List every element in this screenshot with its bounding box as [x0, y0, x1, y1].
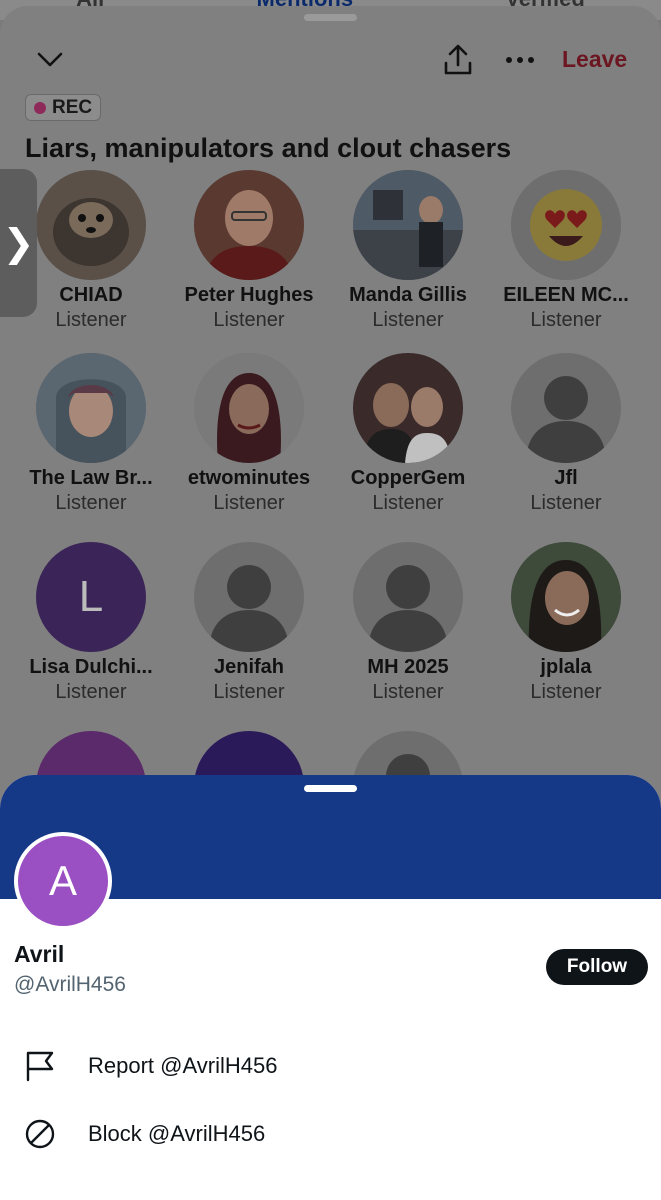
- follow-button[interactable]: Follow: [546, 949, 648, 985]
- space-title: Liars, manipulators and clout chasers: [25, 133, 512, 163]
- participant-cell[interactable]: Peter Hughes Listener: [170, 170, 328, 332]
- profile-avatar-letter: A: [48, 857, 77, 904]
- participant-avatar[interactable]: L: [36, 542, 146, 652]
- report-label: Report @AvrilH456: [88, 1053, 278, 1078]
- participant-role: Listener: [530, 492, 602, 514]
- participant-role: Listener: [213, 309, 285, 331]
- participant-avatar[interactable]: [36, 353, 146, 463]
- participants-grid: CHIAD Listener Peter Hughes Listener Manda G…: [0, 170, 661, 790]
- profile-sheet-grabber[interactable]: [304, 785, 357, 792]
- participant-role: Listener: [55, 492, 127, 514]
- participant-cell[interactable]: MH 2025 Listener: [329, 542, 487, 704]
- participant-role: Listener: [372, 681, 444, 703]
- participant-avatar[interactable]: [353, 353, 463, 463]
- chevron-right-icon: ❯: [2, 222, 35, 265]
- more-icon: [506, 57, 534, 63]
- participant-name: Jfl: [554, 467, 578, 489]
- participant-avatar[interactable]: [511, 170, 621, 280]
- leave-button[interactable]: Leave: [562, 46, 627, 73]
- participant-cell[interactable]: EILEEN MC... Listener: [487, 170, 645, 332]
- space-sheet-grabber[interactable]: [304, 14, 357, 21]
- profile-handle: @AvrilH456: [14, 973, 126, 996]
- report-action[interactable]: Report @AvrilH456: [0, 1038, 661, 1094]
- participant-role: Listener: [55, 309, 127, 331]
- participant-avatar[interactable]: [36, 170, 146, 280]
- participant-role: Listener: [372, 309, 444, 331]
- more-button[interactable]: [500, 40, 540, 80]
- participant-cell[interactable]: CopperGem Listener: [329, 353, 487, 515]
- block-action[interactable]: Block @AvrilH456: [0, 1106, 661, 1162]
- participant-name: MH 2025: [367, 656, 449, 678]
- participant-cell[interactable]: L Lisa Dulchi... Listener: [12, 542, 170, 704]
- collapse-button[interactable]: [30, 42, 70, 78]
- block-label: Block @AvrilH456: [88, 1121, 266, 1146]
- participant-name: The Law Br...: [29, 467, 153, 489]
- participant-role: Listener: [55, 681, 127, 703]
- flag-icon: [20, 1046, 60, 1086]
- participant-cell[interactable]: etwominutes Listener: [170, 353, 328, 515]
- block-icon: [20, 1114, 60, 1154]
- rec-label: REC: [52, 96, 93, 118]
- participant-role: Listener: [213, 492, 285, 514]
- participant-cell[interactable]: Manda Gillis Listener: [329, 170, 487, 332]
- participant-role: Listener: [372, 492, 444, 514]
- recording-dot-icon: [34, 101, 46, 114]
- participant-avatar[interactable]: [194, 542, 304, 652]
- participant-name: CopperGem: [350, 467, 466, 489]
- participant-name: Jenifah: [213, 656, 285, 678]
- participant-name: Lisa Dulchi...: [29, 656, 153, 678]
- participant-avatar[interactable]: [353, 542, 463, 652]
- participant-name: EILEEN MC...: [503, 284, 629, 306]
- participant-cell[interactable]: The Law Br... Listener: [12, 353, 170, 515]
- participant-name: Peter Hughes: [184, 284, 314, 306]
- participant-avatar[interactable]: [353, 170, 463, 280]
- participant-cell[interactable]: Jenifah Listener: [170, 542, 328, 704]
- share-icon: [444, 44, 472, 75]
- participant-avatar[interactable]: [194, 170, 304, 280]
- participant-name: jplala: [540, 656, 592, 678]
- participant-cell[interactable]: Jfl Listener: [487, 353, 645, 515]
- profile-name: Avril: [14, 941, 65, 967]
- participant-cell[interactable]: jplala Listener: [487, 542, 645, 704]
- participant-name: etwominutes: [187, 467, 311, 489]
- profile-avatar[interactable]: A: [14, 832, 112, 930]
- participant-avatar[interactable]: [511, 353, 621, 463]
- participant-role: Listener: [213, 681, 285, 703]
- participant-role: Listener: [530, 681, 602, 703]
- participant-avatar[interactable]: [511, 542, 621, 652]
- space-topbar: Leave: [0, 36, 661, 86]
- side-drawer-tab[interactable]: ❯: [0, 169, 37, 317]
- share-button[interactable]: [438, 40, 478, 80]
- chevron-down-icon: [37, 52, 63, 67]
- profile-sheet: A Avril @AvrilH456 Follow Report @AvrilH…: [0, 775, 661, 1200]
- rec-badge: REC: [25, 94, 102, 121]
- avatar-letter: L: [78, 572, 104, 621]
- participant-role: Listener: [530, 309, 602, 331]
- participant-name: Manda Gillis: [349, 284, 467, 306]
- participant-avatar[interactable]: [194, 353, 304, 463]
